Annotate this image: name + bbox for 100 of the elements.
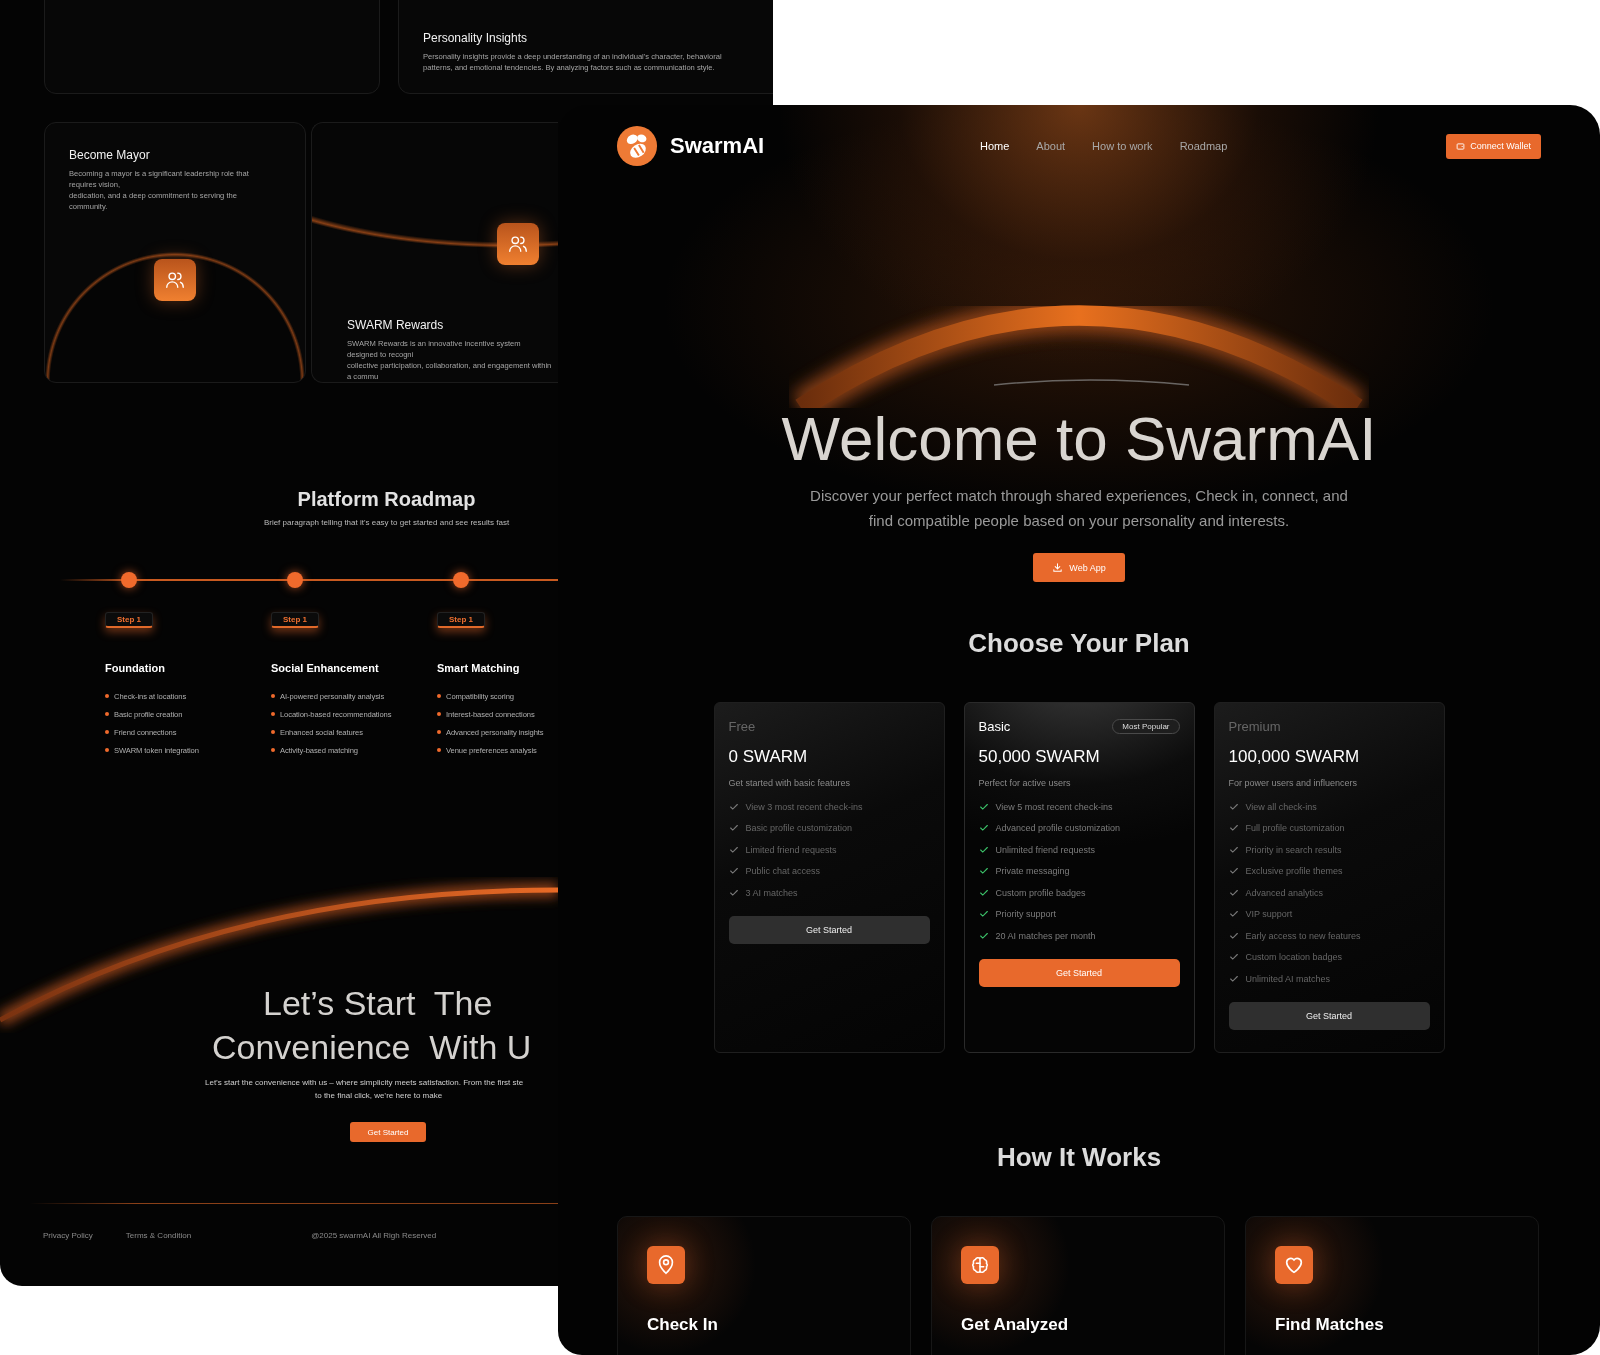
nav-link[interactable]: Home [980,140,1010,152]
plan-feature: Advanced analytics [1245,887,1324,898]
bullet-icon [437,730,441,734]
step-title: Get Analyzed [961,1315,1070,1335]
check-icon [728,823,739,834]
plan-description: Perfect for active users [978,778,1072,788]
check-icon [978,909,989,920]
timeline-dot [287,572,303,588]
hero-subtitle: Discover your perfect match through shared experiences, Check in, connect, and find compatible people based on your personality and interests. [809,486,1349,531]
plan-feature: View 3 most recent check-ins [745,801,863,812]
section-title: Choose Your Plan [967,628,1191,658]
wallet-icon [1456,141,1466,151]
check-icon [978,930,989,941]
popular-badge: Most Popular [1112,718,1180,734]
plan-feature: Unlimited AI matches [1245,973,1331,984]
plan-feature: 3 AI matches [745,887,798,898]
step-badge: Step 1 [105,612,153,628]
step-title: Foundation [105,661,166,675]
nav-link[interactable]: Roadmap [1179,140,1228,152]
check-icon [1228,866,1239,877]
bullet-icon [437,712,441,716]
plan-feature: Advanced profile customization [995,823,1121,834]
bullet-icon [437,694,441,698]
web-app-button[interactable]: Web App [1033,553,1125,582]
check-icon [1228,930,1239,941]
plan-feature: Public chat access [745,866,821,877]
check-icon [728,801,739,812]
plan-feature: Limited friend requests [745,844,837,855]
plan-feature: Priority support [995,909,1057,920]
check-icon [1228,823,1239,834]
cta-title: Let’s Start The Convenience With U [211,983,533,1068]
get-started-button[interactable]: Get Started [350,1122,426,1142]
cta-text: Let’s start the convenience with us – where simplicity meets satisfaction. From the first ste to the final click, we’re here to make [204,1077,525,1102]
plan-feature: Full profile customization [1245,823,1345,834]
check-icon [728,887,739,898]
plan-price: 0 SWARM [728,747,809,767]
get-started-button[interactable]: Get Started [1228,1001,1430,1030]
check-icon [978,801,989,812]
section-title: Platform Roadmap [296,487,477,511]
check-icon [978,866,989,877]
check-icon [1228,887,1239,898]
plan-name: Free [728,718,756,734]
check-icon [728,866,739,877]
hero-title: Welcome to SwarmAI [780,408,1378,470]
bullet-icon [105,712,109,716]
timeline-dot [453,572,469,588]
plan-feature: Custom location badges [1245,952,1343,963]
step-badge: Step 1 [271,612,319,628]
nav-link[interactable]: About [1036,140,1066,152]
bullet-icon [271,694,275,698]
plan-name: Premium [1228,718,1281,734]
plan-feature: Private messaging [995,866,1070,877]
bullet-icon [105,694,109,698]
step-title: Smart Matching [437,661,521,675]
people-icon [154,259,196,301]
check-icon [1228,909,1239,920]
check-icon [728,844,739,855]
plan-feature: Early access to new features [1245,930,1361,941]
brain-icon [961,1246,999,1284]
check-icon [978,844,989,855]
step-title: Find Matches [1275,1315,1385,1335]
download-icon [1052,562,1064,573]
section-title: How It Works [995,1142,1163,1172]
card-title: SWARM Rewards [347,318,445,332]
card-title: Personality Insights [423,31,529,45]
nav-link[interactable]: How to work [1092,140,1153,152]
card-title: Become Mayor [69,148,151,162]
step-title: Social Enhancement [271,661,380,675]
plan-name: Basic [978,718,1011,734]
get-started-button[interactable]: Get Started [728,915,930,944]
bullet-icon [105,730,109,734]
connect-wallet-button[interactable]: Connect Wallet [1446,133,1541,159]
bullet-icon [271,748,275,752]
plan-description: For power users and influencers [1228,778,1359,788]
footer-link[interactable]: Privacy Policy [43,1231,93,1241]
timeline-dot [121,572,137,588]
bee-logo-icon [616,125,658,167]
bullet-icon [271,712,275,716]
bullet-icon [437,748,441,752]
location-pin-icon [647,1246,685,1284]
plan-feature: Basic profile customization [745,823,853,834]
get-started-button[interactable]: Get Started [978,958,1180,987]
people-icon [497,223,539,265]
plan-price: 50,000 SWARM [978,747,1101,767]
bullet-icon [271,730,275,734]
bullet-icon [105,748,109,752]
section-subtitle: Brief paragraph telling that it's easy to get started and see results fast [262,518,511,528]
plan-feature: VIP support [1245,909,1293,920]
plan-price: 100,000 SWARM [1228,747,1361,767]
plan-feature: View all check-ins [1245,801,1317,812]
plan-description: Get started with basic features [728,778,852,788]
plan-feature: View 5 most recent check-ins [995,801,1113,812]
plan-feature: Unlimited friend requests [995,844,1096,855]
brand-name: SwarmAI [670,133,765,159]
check-icon [978,823,989,834]
footer-link[interactable]: Terms & Condition [125,1231,192,1241]
plan-feature: Exclusive profile themes [1245,866,1343,877]
plan-feature: 20 AI matches per month [995,930,1096,941]
check-icon [1228,801,1239,812]
plan-feature: Custom profile badges [995,887,1086,898]
